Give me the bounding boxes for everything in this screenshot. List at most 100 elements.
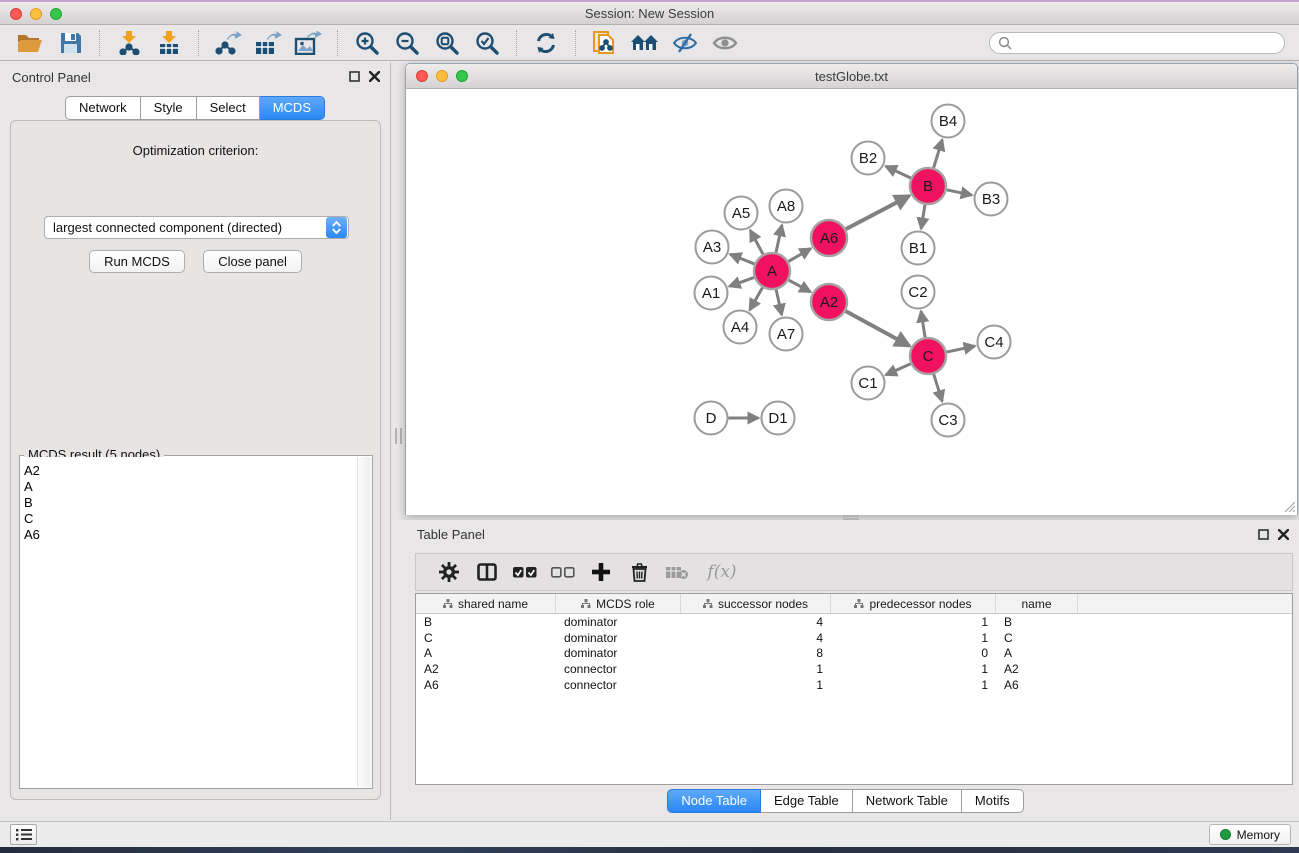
column-header-successor-nodes[interactable]: successor nodes bbox=[681, 594, 831, 613]
node-label-A7: A7 bbox=[777, 326, 795, 343]
zoom-selected-icon[interactable] bbox=[467, 29, 507, 57]
search-icon bbox=[998, 36, 1012, 50]
tab-motifs[interactable]: Motifs bbox=[962, 789, 1024, 813]
edge-C-C3[interactable] bbox=[934, 374, 943, 401]
edge-A-A3[interactable] bbox=[730, 254, 754, 264]
refresh-icon[interactable] bbox=[526, 29, 566, 57]
table-row[interactable]: Cdominator41C bbox=[416, 630, 1292, 646]
column-header-predecessor-nodes[interactable]: predecessor nodes bbox=[831, 594, 996, 613]
edge-A-A2[interactable] bbox=[789, 280, 811, 292]
memory-button[interactable]: Memory bbox=[1209, 824, 1291, 845]
select-columns-icon[interactable] bbox=[468, 557, 506, 587]
tab-network-table[interactable]: Network Table bbox=[853, 789, 962, 813]
show-all-networks-icon[interactable] bbox=[625, 29, 665, 57]
close-panel-icon[interactable] bbox=[369, 71, 380, 82]
edge-A-A1[interactable] bbox=[729, 277, 754, 286]
run-mcds-button[interactable]: Run MCDS bbox=[89, 250, 185, 273]
mcds-result-item[interactable]: A bbox=[24, 479, 354, 495]
table-cell: 1 bbox=[831, 678, 996, 692]
search-field[interactable] bbox=[989, 32, 1285, 54]
tab-network[interactable]: Network bbox=[65, 96, 141, 120]
create-column-plus-icon[interactable] bbox=[582, 557, 620, 587]
edge-C-C2[interactable] bbox=[921, 311, 925, 337]
edge-B-B2[interactable] bbox=[886, 166, 911, 178]
export-table-icon[interactable] bbox=[248, 29, 288, 57]
table-row[interactable]: A2connector11A2 bbox=[416, 661, 1292, 677]
node-label-B3: B3 bbox=[982, 191, 1000, 208]
edge-A-A5[interactable] bbox=[750, 230, 763, 254]
edge-A-A4[interactable] bbox=[750, 287, 763, 310]
tab-node-table[interactable]: Node Table bbox=[667, 789, 761, 813]
tab-edge-table[interactable]: Edge Table bbox=[761, 789, 853, 813]
node-label-A8: A8 bbox=[777, 198, 795, 215]
column-header-name[interactable]: name bbox=[996, 594, 1078, 613]
mcds-panel: Optimization criterion: largest connecte… bbox=[10, 120, 381, 800]
table-settings-gear-icon[interactable] bbox=[430, 557, 468, 587]
main-toolbar bbox=[0, 25, 1299, 61]
open-session-icon[interactable] bbox=[10, 29, 50, 57]
save-session-icon[interactable] bbox=[50, 29, 90, 57]
import-table-icon[interactable] bbox=[149, 29, 189, 57]
node-label-A: A bbox=[767, 263, 777, 280]
table-cell: C bbox=[416, 631, 556, 645]
edge-A-A8[interactable] bbox=[776, 225, 782, 252]
zoom-in-icon[interactable] bbox=[347, 29, 387, 57]
mcds-result-item[interactable]: B bbox=[24, 495, 354, 511]
vertical-splitter-grip[interactable] bbox=[395, 428, 402, 444]
table-cell: B bbox=[996, 615, 1078, 629]
task-history-button[interactable] bbox=[10, 824, 37, 845]
table-cell: 1 bbox=[831, 662, 996, 676]
zoom-out-icon[interactable] bbox=[387, 29, 427, 57]
edge-B-B1[interactable] bbox=[921, 205, 925, 229]
export-network-icon[interactable] bbox=[208, 29, 248, 57]
clone-network-icon[interactable] bbox=[585, 29, 625, 57]
edge-A6-B[interactable] bbox=[846, 196, 910, 229]
delete-column-trash-icon[interactable] bbox=[620, 557, 658, 587]
column-header-shared-name[interactable]: shared name bbox=[416, 594, 556, 613]
search-input[interactable] bbox=[1012, 36, 1276, 50]
delete-table-icon bbox=[658, 557, 696, 587]
table-cell: connector bbox=[556, 662, 681, 676]
table-cell: C bbox=[996, 631, 1078, 645]
table-row[interactable]: Adominator80A bbox=[416, 646, 1292, 662]
network-window-titlebar[interactable]: testGlobe.txt bbox=[406, 64, 1297, 89]
node-label-A3: A3 bbox=[703, 239, 721, 256]
table-row[interactable]: A6connector11A6 bbox=[416, 677, 1292, 693]
column-header-MCDS-role[interactable]: MCDS role bbox=[556, 594, 681, 613]
show-graphics-details-icon[interactable] bbox=[705, 29, 745, 57]
tab-style[interactable]: Style bbox=[141, 96, 197, 120]
tab-mcds[interactable]: MCDS bbox=[260, 96, 325, 120]
float-panel-icon[interactable] bbox=[349, 71, 360, 82]
deselect-all-rows-icon[interactable] bbox=[544, 557, 582, 587]
node-label-D1: D1 bbox=[768, 410, 787, 427]
dropdown-stepper-icon bbox=[326, 217, 347, 238]
mcds-result-list[interactable]: A2ABCA6 bbox=[21, 457, 357, 787]
edge-C-C1[interactable] bbox=[886, 364, 911, 375]
table-cell: A2 bbox=[416, 662, 556, 676]
network-canvas[interactable]: B4B2BB3A8A5A6B1A3AA1C2A2A4A7C4CC1C3DD1 bbox=[406, 89, 1297, 515]
tab-select[interactable]: Select bbox=[197, 96, 260, 120]
window-resize-grip[interactable] bbox=[1282, 499, 1295, 512]
import-network-icon[interactable] bbox=[109, 29, 149, 57]
table-cell: A bbox=[416, 646, 556, 660]
edge-A-A7[interactable] bbox=[776, 290, 782, 315]
edge-B-B3[interactable] bbox=[947, 190, 972, 195]
zoom-fit-icon[interactable] bbox=[427, 29, 467, 57]
mcds-result-item[interactable]: A2 bbox=[24, 463, 354, 479]
hide-graphics-details-icon[interactable] bbox=[665, 29, 705, 57]
edge-B-B4[interactable] bbox=[934, 140, 943, 168]
mcds-result-item[interactable]: A6 bbox=[24, 527, 354, 543]
close-table-panel-icon[interactable] bbox=[1278, 529, 1289, 540]
criterion-dropdown[interactable]: largest connected component (directed) bbox=[44, 216, 349, 239]
edge-C-C4[interactable] bbox=[947, 346, 975, 352]
select-all-rows-icon[interactable] bbox=[506, 557, 544, 587]
mcds-list-scrollbar[interactable] bbox=[357, 457, 371, 787]
float-table-panel-icon[interactable] bbox=[1258, 529, 1269, 540]
close-panel-button[interactable]: Close panel bbox=[203, 250, 302, 273]
node-label-A5: A5 bbox=[732, 205, 750, 222]
edge-A2-C[interactable] bbox=[846, 311, 910, 346]
edge-A-A6[interactable] bbox=[788, 249, 810, 262]
mcds-result-item[interactable]: C bbox=[24, 511, 354, 527]
table-row[interactable]: Bdominator41B bbox=[416, 614, 1292, 630]
export-image-icon[interactable] bbox=[288, 29, 328, 57]
